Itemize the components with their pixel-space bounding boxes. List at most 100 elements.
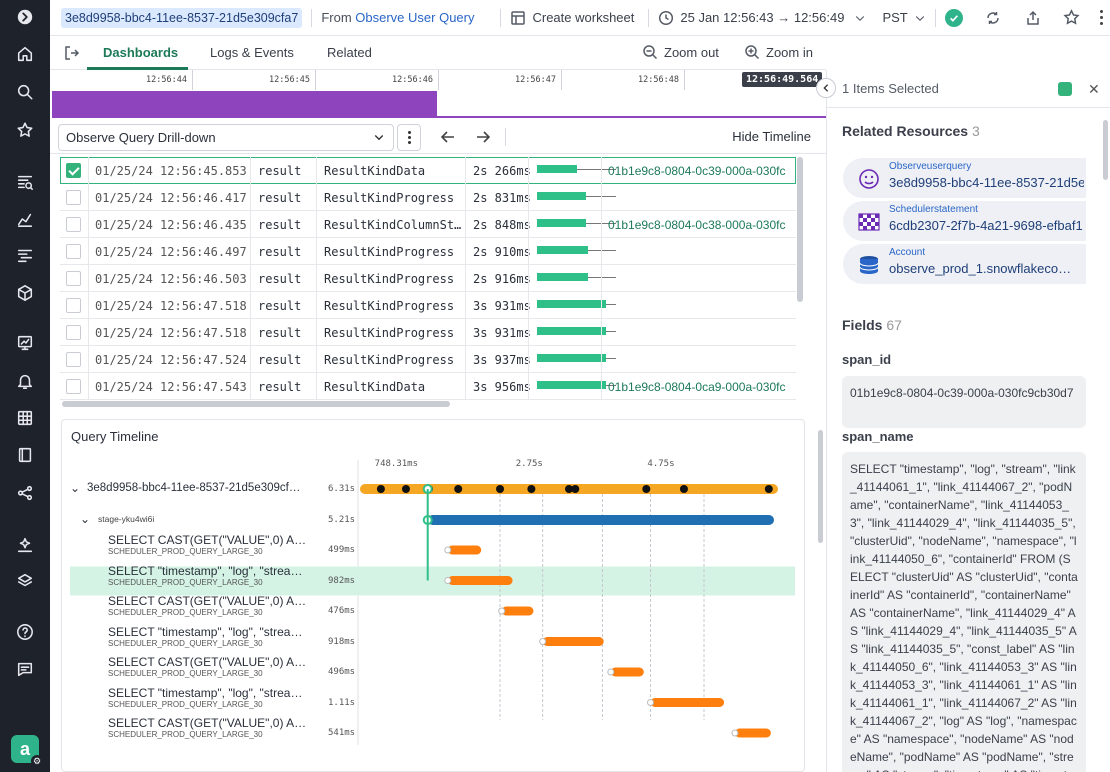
- span-warehouse: SCHEDULER_PROD_QUERY_LARGE_30: [108, 577, 263, 587]
- time-range-picker[interactable]: 25 Jan 12:56:43 → 12:56:49: [658, 10, 866, 26]
- timezone-picker[interactable]: PST: [882, 10, 925, 25]
- expand-chevron-icon[interactable]: ⌄: [70, 481, 80, 495]
- panel-scrollbar[interactable]: [1103, 120, 1108, 180]
- table-row[interactable]: 01/25/24 12:56:45.853 result ResultKindDat…: [60, 157, 796, 184]
- star-icon[interactable]: [13, 118, 37, 142]
- row-checkbox[interactable]: [66, 271, 81, 286]
- cell-kind: ResultKindProgress: [324, 272, 455, 286]
- chat-icon[interactable]: [13, 657, 37, 681]
- timeline-scrollbar[interactable]: [818, 430, 823, 543]
- row-checkbox[interactable]: [66, 298, 81, 313]
- table-row[interactable]: 01/25/24 12:56:47.518 result ResultKindPro…: [60, 292, 796, 319]
- layers-icon[interactable]: [13, 569, 37, 593]
- drilldown-select-value: Observe Query Drill-down: [66, 130, 216, 145]
- clock-icon: [659, 10, 674, 25]
- tab-related[interactable]: Related: [327, 45, 372, 60]
- row-checkbox[interactable]: [66, 379, 81, 394]
- panel-header: 1 Items Selected ✕: [827, 70, 1110, 108]
- dashboard-icon[interactable]: [13, 331, 37, 355]
- cell-result: result: [258, 191, 302, 205]
- items-selected-label: 1 Items Selected: [842, 81, 939, 96]
- table-row[interactable]: 01/25/24 12:56:47.543 result ResultKindDat…: [60, 373, 796, 400]
- table-horizontal-scrollbar[interactable]: [62, 401, 450, 407]
- metrics-icon[interactable]: [13, 207, 37, 231]
- database-icon: [859, 256, 879, 274]
- cell-span-id: 01b1e9c8-0804-0ca9-000a-030fc: [608, 380, 786, 394]
- zoom-in-button[interactable]: Zoom in: [744, 44, 813, 60]
- row-checkbox[interactable]: [66, 352, 81, 367]
- forward-circle-icon[interactable]: [13, 5, 37, 29]
- cell-duration: 2s 910ms: [473, 245, 531, 259]
- duration-bar: [537, 165, 577, 173]
- source-link[interactable]: Observe User Query: [355, 10, 474, 25]
- column-divider: [465, 157, 466, 400]
- favorite-star-icon[interactable]: [1063, 9, 1080, 26]
- arrow-right-icon[interactable]: [474, 128, 492, 146]
- zoom-out-button[interactable]: Zoom out: [642, 44, 719, 60]
- row-checkbox[interactable]: [66, 244, 81, 259]
- span-label: SELECT CAST(GET("VALUE",0) A…: [108, 655, 307, 669]
- event-dot: [376, 485, 385, 493]
- worksheet-icon: [511, 10, 526, 25]
- expand-chevron-icon[interactable]: ⌄: [80, 512, 90, 526]
- timeline-overview[interactable]: 12:56:44 12:56:45 12:56:46 12:56:47 12:5…: [50, 70, 826, 120]
- duration-bar: [537, 246, 588, 254]
- query-id-chip[interactable]: 3e8d9958-bbc4-11ee-8537-21d5e309cfa7: [61, 7, 303, 28]
- event-dot: [571, 485, 580, 493]
- field-value-span-name[interactable]: SELECT "timestamp", "log", "stream", "li…: [842, 452, 1086, 772]
- more-options-button[interactable]: [397, 124, 421, 151]
- help-icon[interactable]: [13, 620, 37, 644]
- sparkle-icon[interactable]: [13, 533, 37, 557]
- field-value-span-id[interactable]: 01b1e9c8-0804-0c39-000a-030fc9cb30d7: [842, 376, 1086, 428]
- ruler-tick-label: 12:56:46: [392, 75, 433, 85]
- row-checkbox[interactable]: [66, 217, 81, 232]
- table-row[interactable]: 01/25/24 12:56:47.518 result ResultKindPro…: [60, 319, 796, 346]
- tab-dashboards[interactable]: Dashboards: [103, 45, 178, 60]
- table-row[interactable]: 01/25/24 12:56:47.524 result ResultKindPro…: [60, 346, 796, 373]
- log-explorer-icon[interactable]: [13, 170, 37, 194]
- row-checkbox[interactable]: [66, 163, 81, 178]
- related-resource-item[interactable]: Account observe_prod_1.snowflakeco…: [843, 244, 1086, 284]
- related-resource-item[interactable]: Schedulerstatement 6cdb2307-2f7b-4a21-96…: [843, 201, 1086, 241]
- table-row[interactable]: 01/25/24 12:56:46.435 result ResultKindCol…: [60, 211, 796, 238]
- refresh-icon[interactable]: [985, 10, 1001, 26]
- arrow-left-icon[interactable]: [439, 128, 457, 146]
- grid-icon[interactable]: [13, 406, 37, 430]
- tab-logs-events[interactable]: Logs & Events: [210, 45, 294, 60]
- exit-icon[interactable]: [64, 45, 80, 61]
- settings-gear-icon[interactable]: ⚙: [31, 755, 43, 767]
- trace-icon[interactable]: [13, 243, 37, 267]
- table-vertical-scrollbar[interactable]: [797, 157, 803, 302]
- drilldown-toolbar: Observe Query Drill-down Hide Timeline: [50, 120, 826, 154]
- ruler-tick-label: 12:56:47: [515, 75, 556, 85]
- cell-timestamp: 01/25/24 12:56:46.435: [95, 218, 247, 232]
- create-worksheet-button[interactable]: Create worksheet: [510, 10, 634, 26]
- share-icon[interactable]: [1025, 10, 1041, 26]
- related-resource-item[interactable]: Observeuserquery 3e8d9958-bbc4-11ee-8537…: [843, 158, 1086, 198]
- table-row[interactable]: 01/25/24 12:56:46.417 result ResultKindPro…: [60, 184, 796, 211]
- event-dot: [679, 485, 688, 493]
- collapse-panel-button[interactable]: [816, 78, 836, 98]
- ruler-tick: [684, 70, 685, 90]
- selected-time-window[interactable]: [52, 91, 437, 118]
- drilldown-select[interactable]: Observe Query Drill-down: [58, 124, 394, 151]
- bell-icon[interactable]: [13, 369, 37, 393]
- close-icon[interactable]: ✕: [1088, 81, 1100, 98]
- divider: [648, 8, 650, 27]
- table-row[interactable]: 01/25/24 12:56:46.503 result ResultKindPro…: [60, 265, 796, 292]
- home-icon[interactable]: [13, 42, 37, 66]
- table-row[interactable]: 01/25/24 12:56:46.497 result ResultKindPro…: [60, 238, 796, 265]
- cell-timestamp: 01/25/24 12:56:47.524: [95, 353, 247, 367]
- datasets-icon[interactable]: [13, 281, 37, 305]
- hide-timeline-button[interactable]: Hide Timeline: [732, 129, 811, 144]
- row-checkbox[interactable]: [66, 325, 81, 340]
- duration-bar: [537, 273, 588, 281]
- related-resource-value: 3e8d9958-bbc4-11ee-8537-21d5e3: [889, 175, 1084, 190]
- share-graph-icon[interactable]: [13, 481, 37, 505]
- search-icon[interactable]: [13, 80, 37, 104]
- book-icon[interactable]: [13, 443, 37, 467]
- cell-result: result: [258, 164, 302, 178]
- row-checkbox[interactable]: [66, 190, 81, 205]
- span-start-marker: [731, 729, 739, 737]
- more-vertical-icon[interactable]: [1099, 10, 1103, 25]
